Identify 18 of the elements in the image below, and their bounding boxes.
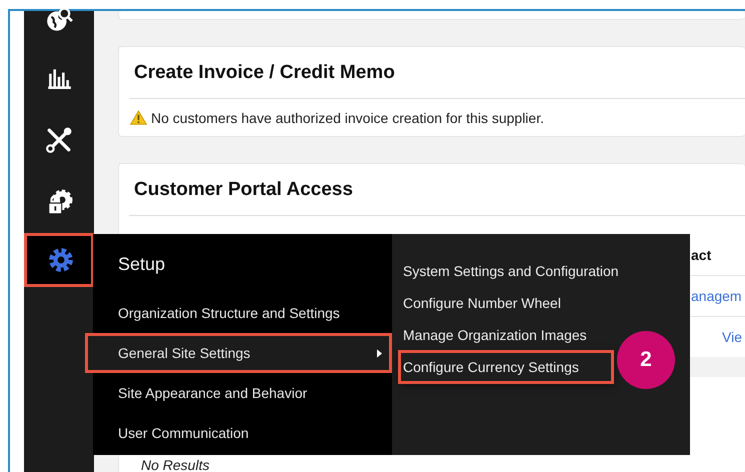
column-header: act: [691, 247, 712, 263]
warning-icon: [130, 110, 147, 125]
view-link[interactable]: Vie: [722, 329, 742, 345]
submenu-item[interactable]: Configure Currency Settings: [399, 351, 613, 383]
menu-item[interactable]: Organization Structure and Settings: [93, 293, 392, 333]
tools-icon: [45, 126, 73, 154]
menu-item[interactable]: User Communication: [93, 413, 392, 453]
menu-item[interactable]: Site Appearance and Behavior: [93, 373, 392, 413]
table-link[interactable]: anagem: [691, 288, 742, 304]
empty-text: No Results: [141, 457, 210, 472]
menu-item[interactable]: General Site Settings: [85, 333, 392, 373]
card-title: Customer Portal Access: [129, 164, 745, 216]
menu-title: Setup: [117, 253, 166, 276]
warning-text: No customers have authorized invoice creation for this supplier.: [151, 110, 544, 126]
submenu-item[interactable]: System Settings and Configuration: [392, 255, 690, 287]
submenu-item[interactable]: Configure Number Wheel: [392, 287, 690, 319]
gear-icon: [46, 246, 74, 274]
card-title: Create Invoice / Credit Memo: [129, 47, 745, 99]
